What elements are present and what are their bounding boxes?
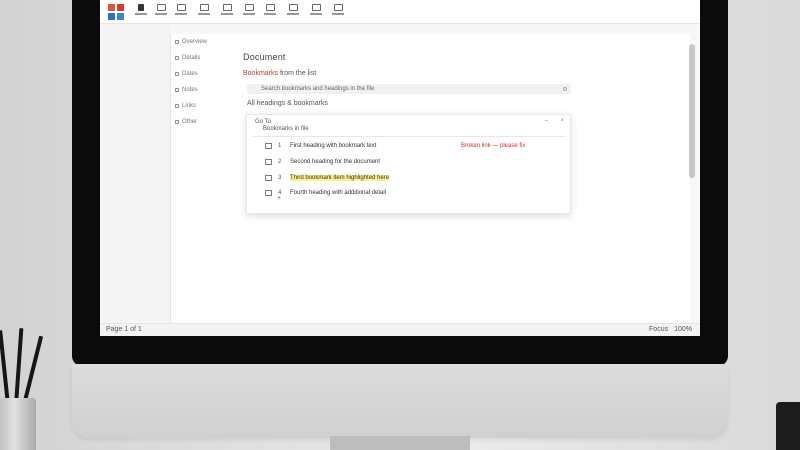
minimize-icon[interactable]: – xyxy=(545,118,548,124)
page-indicator: Page 1 of 1 xyxy=(106,326,142,333)
screen: Overview Details Dates Notes Links Other… xyxy=(100,0,700,336)
subtitle: Bookmarks from the list xyxy=(243,70,317,77)
monitor-chin xyxy=(72,364,728,438)
layout-icon[interactable] xyxy=(197,4,211,19)
insert-icon[interactable] xyxy=(174,4,188,19)
view-icon[interactable] xyxy=(263,4,277,19)
nav-pane xyxy=(100,25,170,321)
file-icon[interactable] xyxy=(134,4,148,19)
outline-item[interactable]: Other xyxy=(175,114,235,130)
desk-object xyxy=(776,402,800,450)
outline-item[interactable]: Dates xyxy=(175,66,235,82)
list-item[interactable]: 1 First heading with bookmark text Broke… xyxy=(265,141,565,151)
search-icon[interactable] xyxy=(563,87,567,91)
dialog-title: Go To xyxy=(255,119,271,125)
bullet-icon xyxy=(175,88,179,92)
outline-item[interactable]: Notes xyxy=(175,82,235,98)
status-bar: Page 1 of 1 Focus 100% xyxy=(100,323,700,336)
focus-button[interactable]: Focus xyxy=(649,326,668,333)
go-to-dialog: Go To Bookmarks in file – × 1 First head… xyxy=(246,114,571,214)
warning-note: Broken link — please fix xyxy=(461,143,526,149)
checkbox[interactable] xyxy=(265,175,272,181)
checkbox[interactable] xyxy=(265,190,272,196)
add-item-button[interactable]: + xyxy=(277,195,281,202)
home-icon[interactable] xyxy=(154,4,168,19)
outline-item[interactable]: Links xyxy=(175,98,235,114)
review-icon[interactable] xyxy=(242,4,256,19)
list-item[interactable]: 2 Second heading for the document xyxy=(265,157,565,167)
search-input[interactable]: Search bookmarks and headings in the fil… xyxy=(247,84,571,94)
bullet-icon xyxy=(175,120,179,124)
dialog-subtitle: Bookmarks in file xyxy=(263,126,309,132)
checkbox[interactable] xyxy=(265,143,272,149)
references-icon[interactable] xyxy=(220,4,234,19)
bullet-icon xyxy=(175,72,179,76)
zoom-level[interactable]: 100% xyxy=(674,326,692,333)
pencil xyxy=(0,330,10,406)
bullet-icon xyxy=(175,40,179,44)
pencil xyxy=(14,328,24,406)
divider xyxy=(253,136,565,137)
bullet-icon xyxy=(175,104,179,108)
help-icon[interactable] xyxy=(286,4,300,19)
outline-item[interactable]: Overview xyxy=(175,34,235,50)
checkbox[interactable] xyxy=(265,159,272,165)
pencil-cup xyxy=(0,398,36,450)
share-icon[interactable] xyxy=(309,4,323,19)
monitor-stand xyxy=(330,436,470,450)
page-title: Document xyxy=(243,52,286,62)
bullet-icon xyxy=(175,56,179,60)
filter-label[interactable]: All headings & bookmarks xyxy=(247,100,328,107)
outline-item[interactable]: Details xyxy=(175,50,235,66)
list-item-selected[interactable]: 3 Third bookmark item highlighted here xyxy=(265,173,565,183)
close-icon[interactable]: × xyxy=(560,118,564,124)
outline-list: Overview Details Dates Notes Links Other xyxy=(175,34,235,130)
app-logo-icon[interactable] xyxy=(108,4,124,20)
document-page: Overview Details Dates Notes Links Other… xyxy=(170,34,690,324)
more-icon[interactable] xyxy=(331,4,345,19)
list-item[interactable]: 4 Fourth heading with additional detail xyxy=(265,188,565,198)
status-right: Focus 100% xyxy=(649,326,692,333)
pencil xyxy=(22,335,44,406)
ribbon-toolbar xyxy=(100,0,700,24)
vertical-scrollbar[interactable] xyxy=(689,44,695,178)
